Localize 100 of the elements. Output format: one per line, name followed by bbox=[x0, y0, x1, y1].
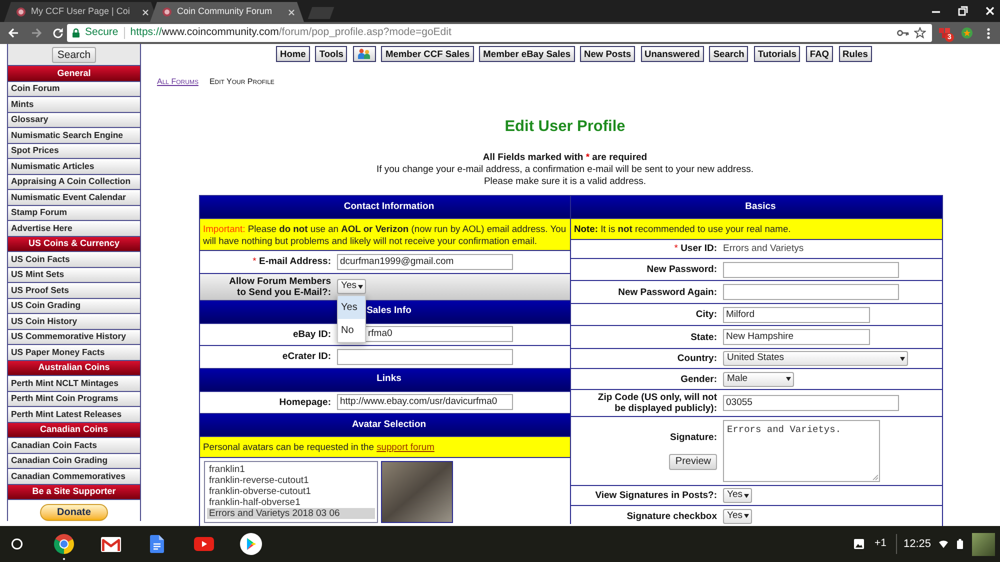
search-button[interactable]: Search bbox=[52, 46, 96, 62]
nav-icon-button[interactable] bbox=[352, 46, 376, 62]
sidebar-link[interactable]: Numismatic Event Calendar bbox=[8, 190, 140, 206]
chrome-icon[interactable] bbox=[53, 533, 75, 555]
sidebar-link[interactable]: Canadian Coin Facts bbox=[8, 438, 140, 454]
breadcrumb-link[interactable]: All Forums bbox=[157, 77, 198, 87]
sidebar-link[interactable]: Appraising A Coin Collection bbox=[8, 174, 140, 190]
select-field[interactable]: Male bbox=[723, 372, 794, 386]
section-header: Contact Information bbox=[200, 196, 570, 219]
play-icon[interactable] bbox=[240, 533, 262, 555]
sidebar-link[interactable]: Perth Mint Coin Programs bbox=[8, 392, 140, 407]
image-icon[interactable] bbox=[854, 539, 864, 549]
people-icon bbox=[357, 48, 372, 60]
field-label: Signature: bbox=[670, 432, 717, 443]
resize-grip-icon[interactable] bbox=[872, 474, 878, 480]
input-field[interactable] bbox=[723, 284, 899, 300]
sidebar-link[interactable]: US Commemorative History bbox=[8, 330, 140, 345]
notification-count[interactable]: +1 bbox=[874, 536, 886, 552]
restore-icon[interactable] bbox=[958, 6, 968, 16]
preview-button[interactable]: Preview bbox=[669, 454, 717, 470]
section-header: Basics bbox=[571, 196, 942, 219]
document-icon[interactable] bbox=[150, 535, 164, 553]
nav-button[interactable]: Home bbox=[276, 46, 310, 62]
mail-icon[interactable] bbox=[101, 536, 121, 552]
donate-button[interactable]: Donate bbox=[40, 504, 108, 521]
sidebar-link[interactable]: Coin Forum bbox=[8, 82, 140, 97]
sidebar-link[interactable]: US Paper Money Facts bbox=[8, 345, 140, 360]
sidebar-link[interactable]: US Proof Sets bbox=[8, 283, 140, 298]
nav-button[interactable]: New Posts bbox=[580, 46, 636, 62]
caret-icon bbox=[744, 514, 749, 518]
video-icon[interactable] bbox=[194, 537, 214, 551]
notice-banner: Personal avatars can be requested in the support forum bbox=[200, 437, 570, 458]
nav-button[interactable]: Tutorials bbox=[754, 46, 800, 62]
sidebar-link[interactable]: Stamp Forum bbox=[8, 206, 140, 221]
close-icon[interactable] bbox=[142, 8, 149, 16]
input-field[interactable]: dcurfman1999@gmail.com bbox=[337, 254, 513, 270]
sidebar-link[interactable]: US Coin History bbox=[8, 314, 140, 330]
forward-icon[interactable] bbox=[31, 27, 43, 39]
back-icon[interactable] bbox=[7, 27, 19, 39]
dropdown-option[interactable]: Yes bbox=[338, 296, 365, 319]
input-field[interactable]: New Hampshire bbox=[723, 329, 870, 345]
list-option[interactable]: franklin-obverse-cutout1 bbox=[207, 486, 375, 496]
sidebar-link[interactable]: Canadian Commemoratives bbox=[8, 469, 140, 484]
input-field[interactable]: 03055 bbox=[723, 394, 899, 411]
textarea-field[interactable]: Errors and Varietys. bbox=[723, 420, 880, 482]
list-option[interactable]: franklin-half-obverse1 bbox=[207, 496, 375, 508]
avatar-placeholder[interactable] bbox=[972, 532, 995, 556]
address-bar[interactable]: Secure https://www.coincommunity.com/forum/pop_profile.asp?mode=goEdit bbox=[67, 24, 932, 42]
sidebar-link[interactable]: Mints bbox=[8, 97, 140, 112]
sidebar-heading: Australian Coins bbox=[8, 360, 140, 376]
sidebar-link[interactable]: Advertise Here bbox=[8, 221, 140, 236]
info-text: If you change your e-mail address, a confirmation e-mail will be sent to your new address. bbox=[376, 164, 754, 176]
nav-button[interactable]: Unanswered bbox=[640, 46, 704, 62]
section-header: Links bbox=[200, 368, 570, 392]
browser-tab[interactable]: Coin Community Forum bbox=[150, 2, 304, 22]
input-field[interactable]: Milford bbox=[723, 306, 870, 322]
sidebar-link[interactable]: Spot Prices bbox=[8, 144, 140, 159]
list-option[interactable]: franklin-reverse-cutout1 bbox=[207, 474, 375, 486]
launcher-icon[interactable] bbox=[11, 538, 23, 550]
select-field[interactable]: Yes bbox=[337, 279, 366, 294]
field-label: New Password: bbox=[646, 264, 717, 275]
nav-button[interactable]: Rules bbox=[838, 46, 872, 62]
clock-time[interactable]: 12:25 bbox=[903, 536, 931, 552]
sidebar-link[interactable]: Numismatic Search Engine bbox=[8, 128, 140, 144]
cubes-icon[interactable] bbox=[939, 27, 951, 39]
nav-button[interactable]: Tools bbox=[315, 46, 348, 62]
wifi-icon[interactable] bbox=[939, 540, 948, 548]
battery-icon[interactable] bbox=[957, 539, 963, 549]
sidebar-link[interactable]: Canadian Coin Grading bbox=[8, 454, 140, 469]
menu-icon[interactable] bbox=[987, 28, 990, 38]
support-forum-link[interactable]: support forum bbox=[376, 441, 434, 452]
nav-button[interactable]: FAQ bbox=[806, 46, 834, 62]
circle-star-icon[interactable] bbox=[961, 27, 973, 39]
input-field[interactable] bbox=[337, 348, 513, 365]
input-field[interactable] bbox=[723, 262, 899, 278]
list-option[interactable]: Errors and Varietys 2018 03 06 bbox=[207, 508, 375, 518]
star-icon[interactable] bbox=[914, 27, 926, 39]
sidebar-link[interactable]: US Coin Facts bbox=[8, 252, 140, 268]
select-field[interactable]: United States bbox=[723, 351, 908, 366]
select-field[interactable]: Yes bbox=[723, 488, 752, 503]
nav-button[interactable]: Member CCF Sales bbox=[381, 46, 474, 62]
field-label: Country: bbox=[677, 353, 717, 364]
sidebar-link[interactable]: Glossary bbox=[8, 112, 140, 128]
reload-icon[interactable] bbox=[52, 27, 64, 39]
list-option[interactable]: franklin1 bbox=[207, 464, 375, 474]
caret-icon bbox=[744, 494, 749, 498]
sidebar-link[interactable]: Perth Mint Latest Releases bbox=[8, 407, 140, 422]
field-label: City: bbox=[696, 309, 717, 320]
sidebar-link[interactable]: US Coin Grading bbox=[8, 298, 140, 314]
nav-button[interactable]: Member eBay Sales bbox=[479, 46, 575, 62]
select-field[interactable]: Yes bbox=[723, 508, 752, 524]
avatar-list[interactable]: franklin1 franklin-reverse-cutout1 franklin-obverse-cutout1 franklin-half-obverse1 Errors and Varietys 2018 03 06 bbox=[204, 460, 378, 522]
sidebar-link[interactable]: US Mint Sets bbox=[8, 268, 140, 283]
sidebar-link[interactable]: Numismatic Articles bbox=[8, 159, 140, 174]
key-icon[interactable] bbox=[897, 29, 909, 37]
sidebar-link[interactable]: Perth Mint NCLT Mintages bbox=[8, 376, 140, 392]
input-field[interactable]: http://www.ebay.com/usr/davicurfma0 bbox=[337, 394, 513, 410]
breadcrumb-current: Edit Your Profile bbox=[209, 77, 274, 87]
notice-banner: Note: It is not recommended to use your real name. bbox=[571, 219, 942, 240]
nav-button[interactable]: Search bbox=[709, 46, 748, 62]
